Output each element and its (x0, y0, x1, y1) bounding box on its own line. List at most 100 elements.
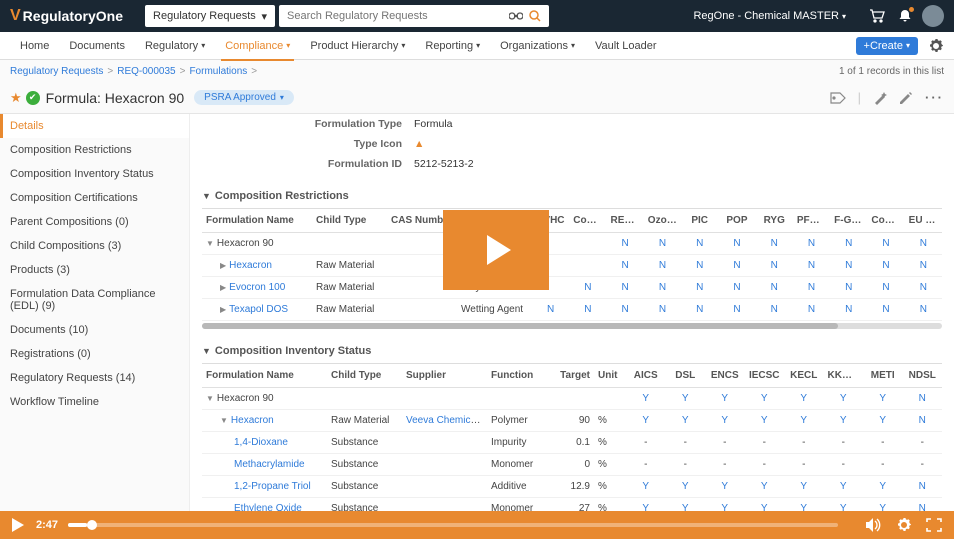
column-header[interactable]: AICS (626, 364, 666, 388)
column-header[interactable]: Supplier (402, 364, 487, 388)
column-header[interactable]: Ozone (644, 209, 681, 233)
table-row[interactable]: 1,4-DioxaneSubstanceImpurity0.1%-------- (202, 432, 942, 454)
sidebar-item[interactable]: Composition Inventory Status (0, 162, 189, 186)
table-row[interactable]: ▼Hexacron 90YYYYYYYN (202, 388, 942, 410)
column-header[interactable]: CoRAP (569, 209, 606, 233)
column-header[interactable]: RYG (756, 209, 793, 233)
section-restrictions[interactable]: ▼ Composition Restrictions (202, 182, 942, 209)
column-header[interactable]: PFO/P... (793, 209, 830, 233)
menu-home[interactable]: Home (10, 32, 59, 60)
table-row[interactable]: ▶Texapol DOSRaw MaterialWetting AgentNNN… (202, 299, 942, 321)
org-switcher[interactable]: RegOne - Chemical MASTER ▾ (693, 10, 846, 22)
column-header[interactable]: REAC... (607, 209, 644, 233)
tag-icon[interactable] (830, 92, 846, 104)
sidebar-item[interactable]: Details (0, 114, 189, 138)
category-selector[interactable]: Regulatory Requests ▾ (145, 5, 275, 27)
table-row[interactable]: ▶HexacronRaw MaterialPolymerNNNNNNNNN (202, 255, 942, 277)
fullscreen-icon[interactable] (926, 518, 942, 532)
table-row[interactable]: 1,2-Propane TriolSubstanceAdditive12.9%Y… (202, 476, 942, 498)
star-icon[interactable]: ★ (10, 90, 22, 106)
section-inventory[interactable]: ▼ Composition Inventory Status (202, 337, 942, 364)
column-header[interactable]: METI (863, 364, 903, 388)
column-header[interactable]: DSL (666, 364, 706, 388)
row-name[interactable]: Texapol DOS (229, 304, 288, 315)
table-row[interactable]: Ethylene OxideSubstanceMonomer27%YYYYYYY… (202, 498, 942, 512)
breadcrumb-part[interactable]: Formulations (189, 66, 247, 77)
settings-icon[interactable] (896, 517, 912, 533)
menu-organizations[interactable]: Organizations▾ (490, 32, 585, 60)
column-header[interactable]: KKDi... (824, 364, 864, 388)
row-toggle-icon[interactable]: ▼ (220, 416, 228, 425)
column-header[interactable]: Function (487, 364, 552, 388)
column-header[interactable]: ENCS (705, 364, 745, 388)
row-name[interactable]: Methacrylamide (234, 459, 305, 470)
column-header[interactable]: POP (718, 209, 755, 233)
row-name[interactable]: Evocron 100 (229, 282, 285, 293)
app-logo: V RegulatoryOne (10, 7, 123, 25)
menu-vault-loader[interactable]: Vault Loader (585, 32, 667, 60)
more-icon[interactable]: ··· (925, 90, 944, 105)
cart-icon[interactable] (866, 5, 888, 27)
column-header[interactable]: F-GHG (830, 209, 867, 233)
sidebar-item[interactable]: Workflow Timeline (0, 390, 189, 414)
row-toggle-icon[interactable]: ▼ (206, 239, 214, 248)
create-button[interactable]: + Create ▾ (856, 37, 918, 55)
table-row[interactable]: ▼HexacronRaw MaterialVeeva ChemicalsPoly… (202, 410, 942, 432)
column-header[interactable]: KECL (784, 364, 824, 388)
gear-icon[interactable] (928, 38, 944, 54)
pencil-icon[interactable] (899, 91, 913, 105)
table-row[interactable]: ▼Hexacron 90NNNNNNNNN (202, 233, 942, 255)
column-header[interactable]: Formulation Name (202, 364, 327, 388)
column-header[interactable]: Target (552, 364, 594, 388)
column-header[interactable]: Child Type (312, 209, 387, 233)
binoculars-icon[interactable] (509, 11, 523, 21)
breadcrumb-part[interactable]: REQ-000035 (117, 66, 175, 77)
volume-icon[interactable] (866, 518, 882, 532)
row-toggle-icon[interactable]: ▶ (220, 261, 226, 270)
bell-icon[interactable] (894, 5, 916, 27)
video-progress-bar[interactable] (68, 523, 838, 527)
column-header[interactable]: EU bi... (905, 209, 942, 233)
sidebar-item[interactable]: Documents (10) (0, 318, 189, 342)
sidebar-item[interactable]: Regulatory Requests (14) (0, 366, 189, 390)
column-header[interactable]: Child Type (327, 364, 402, 388)
sidebar-item[interactable]: Formulation Data Compliance (EDL) (9) (0, 282, 189, 318)
sidebar-item[interactable]: Composition Certifications (0, 186, 189, 210)
search-icon[interactable] (529, 10, 541, 22)
column-header[interactable]: IECSC (745, 364, 785, 388)
video-play-button[interactable] (443, 210, 549, 290)
row-name[interactable]: Hexacron (231, 415, 274, 426)
avatar[interactable] (922, 5, 944, 27)
row-name[interactable]: Hexacron (229, 260, 272, 271)
table-row[interactable]: ▶Evocron 100Raw MaterialPolymerNNNNNNNNN… (202, 277, 942, 299)
row-name[interactable]: 1,4-Dioxane (234, 437, 288, 448)
search-input[interactable] (287, 10, 509, 22)
play-button[interactable] (12, 518, 24, 532)
menu-product-hierarchy[interactable]: Product Hierarchy▾ (300, 32, 415, 60)
menu-documents[interactable]: Documents (59, 32, 135, 60)
column-header[interactable]: Confli... (867, 209, 904, 233)
status-badge[interactable]: PSRA Approved ▾ (194, 90, 294, 105)
menu-regulatory[interactable]: Regulatory▾ (135, 32, 215, 60)
horizontal-scrollbar[interactable] (202, 323, 942, 329)
row-name[interactable]: 1,2-Propane Triol (234, 481, 311, 492)
column-header[interactable]: Formulation Name (202, 209, 312, 233)
row-name[interactable]: Ethylene Oxide (234, 503, 302, 511)
sidebar-item[interactable]: Parent Compositions (0) (0, 210, 189, 234)
menu-compliance[interactable]: Compliance▾ (215, 32, 300, 60)
sidebar-item[interactable]: Products (3) (0, 258, 189, 282)
wand-icon[interactable] (873, 91, 887, 105)
sidebar-item[interactable]: Composition Restrictions (0, 138, 189, 162)
column-header[interactable]: Unit (594, 364, 626, 388)
menu-reporting[interactable]: Reporting▾ (415, 32, 490, 60)
row-toggle-icon[interactable]: ▼ (206, 394, 214, 403)
column-header[interactable]: NDSL (903, 364, 943, 388)
breadcrumb-part[interactable]: Regulatory Requests (10, 66, 103, 77)
search-box[interactable] (279, 5, 549, 27)
row-toggle-icon[interactable]: ▶ (220, 283, 226, 292)
row-toggle-icon[interactable]: ▶ (220, 305, 226, 314)
column-header[interactable]: PIC (681, 209, 718, 233)
sidebar-item[interactable]: Registrations (0) (0, 342, 189, 366)
table-row[interactable]: MethacrylamideSubstanceMonomer0%-------- (202, 454, 942, 476)
sidebar-item[interactable]: Child Compositions (3) (0, 234, 189, 258)
